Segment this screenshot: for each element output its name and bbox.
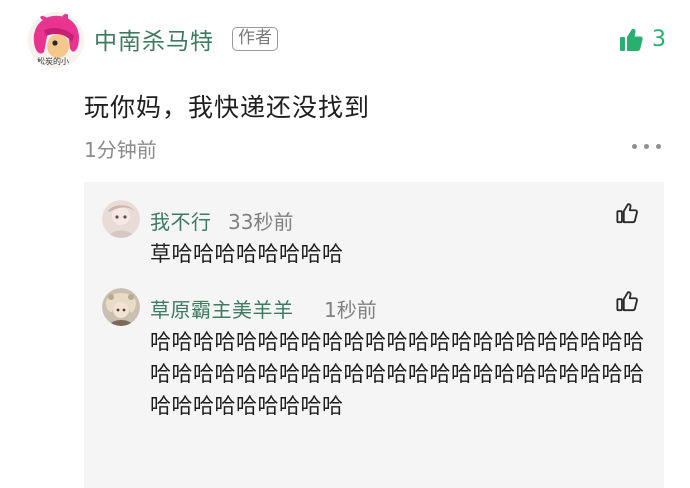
comment-text: 玩你妈，我快递还没找到 bbox=[84, 93, 371, 122]
reply-text: 草哈哈哈哈哈哈哈哈 bbox=[150, 242, 344, 266]
reply-avatar[interactable] bbox=[102, 288, 140, 326]
more-dot bbox=[644, 144, 649, 149]
more-dots-icon bbox=[632, 144, 637, 149]
avatar-watermark: 松炭的小 bbox=[37, 57, 69, 66]
author-badge: 作者 bbox=[232, 27, 278, 51]
author-avatar[interactable]: 松炭的小 bbox=[28, 12, 84, 68]
comment-time: 1分钟前 bbox=[84, 138, 157, 162]
like-count: 3 bbox=[652, 27, 666, 52]
reply-list: 我不行 33秒前 草哈哈哈哈哈哈哈哈 草原霸主美羊羊 1秒前 哈哈哈哈哈哈哈哈哈… bbox=[84, 182, 664, 488]
reply-time: 33秒前 bbox=[228, 210, 294, 234]
thumbs-up-outline-icon bbox=[616, 291, 638, 312]
author-name[interactable]: 中南杀马特 bbox=[94, 22, 214, 56]
reply-avatar-image bbox=[102, 200, 140, 238]
thumbs-up-filled-icon bbox=[620, 28, 643, 51]
reply-avatar-image bbox=[102, 288, 140, 326]
more-dot bbox=[656, 144, 661, 149]
reply-name[interactable]: 草原霸主美羊羊 bbox=[150, 294, 294, 323]
thumbs-up-outline-icon bbox=[616, 203, 638, 224]
more-button[interactable] bbox=[632, 140, 662, 154]
reply-like-button[interactable] bbox=[616, 290, 640, 314]
reply-name[interactable]: 我不行 bbox=[150, 206, 212, 235]
reply-time: 1秒前 bbox=[324, 298, 377, 322]
reply-text: 哈哈哈哈哈哈哈哈哈哈哈哈哈哈哈哈哈哈哈哈哈哈哈哈哈哈哈哈哈哈哈哈哈哈哈哈哈哈哈哈… bbox=[150, 330, 645, 418]
reply-avatar[interactable] bbox=[102, 200, 140, 238]
reply-like-button[interactable] bbox=[616, 202, 640, 226]
like-button[interactable]: 3 bbox=[619, 26, 666, 54]
